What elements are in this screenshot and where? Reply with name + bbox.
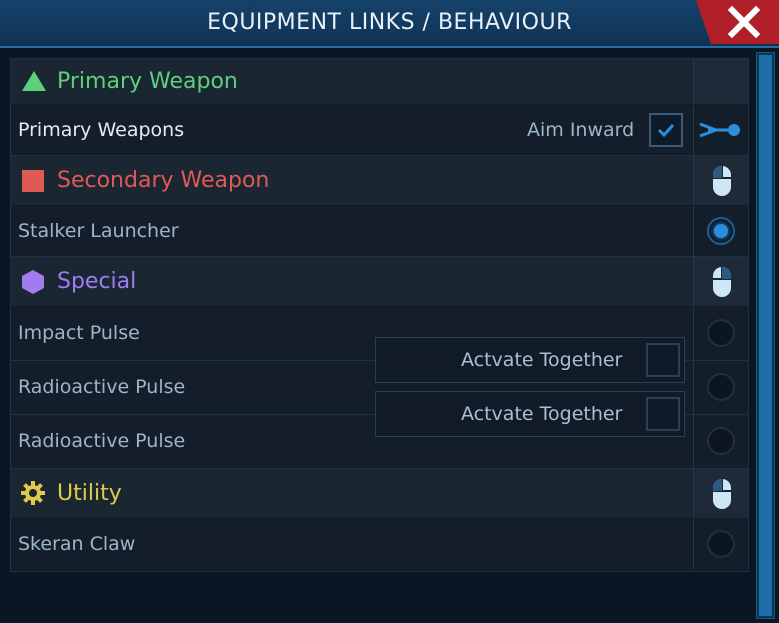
- item-label: Radioactive Pulse: [18, 430, 186, 452]
- activate-together-checkbox[interactable]: [646, 343, 680, 377]
- activate-together-label: Actvate Together: [461, 403, 623, 425]
- item-label: Primary Weapons: [18, 119, 185, 141]
- activate-together-row: Actvate Together: [375, 337, 685, 383]
- item-label: Skeran Claw: [18, 533, 136, 555]
- item-label: Radioactive Pulse: [18, 376, 186, 398]
- equipment-panel: Primary Weapon Primary Weapons Aim Inwar…: [10, 58, 749, 572]
- close-icon: [728, 6, 760, 38]
- square-icon: [22, 170, 44, 192]
- activate-together-row: Actvate Together: [375, 391, 685, 437]
- scrollbar[interactable]: [756, 52, 775, 619]
- category-label-primary: Primary Weapon: [57, 69, 238, 94]
- category-secondary-weapon: Secondary Weapon: [11, 156, 748, 205]
- hexagon-icon: [22, 270, 44, 294]
- gear-icon: [21, 481, 45, 505]
- triangle-icon: [22, 71, 46, 91]
- select-radio[interactable]: [707, 373, 735, 401]
- scrollbar-thumb[interactable]: [759, 55, 772, 616]
- link-arrow-icon[interactable]: [698, 120, 744, 140]
- aim-inward-label: Aim Inward: [527, 119, 635, 141]
- list-item-skeran-claw: Skeran Claw: [11, 519, 748, 570]
- category-label-secondary: Secondary Weapon: [57, 168, 270, 193]
- list-item-stalker-launcher: Stalker Launcher: [11, 206, 748, 257]
- item-label: Impact Pulse: [18, 322, 140, 344]
- category-primary-weapon: Primary Weapon: [11, 59, 748, 104]
- window-title: EQUIPMENT LINKS / BEHAVIOUR: [207, 10, 572, 35]
- aim-inward-checkbox[interactable]: [649, 113, 683, 147]
- category-label-special: Special: [57, 269, 137, 294]
- select-radio[interactable]: [707, 319, 735, 347]
- checkmark-icon: [657, 123, 675, 138]
- mouse-icon: [713, 166, 731, 196]
- mouse-icon: [713, 479, 731, 509]
- title-bar: EQUIPMENT LINKS / BEHAVIOUR: [0, 0, 779, 48]
- list-item-primary-weapons: Primary Weapons Aim Inward: [11, 105, 748, 156]
- activate-together-checkbox[interactable]: [646, 397, 680, 431]
- select-radio[interactable]: [707, 217, 735, 245]
- activate-together-label: Actvate Together: [461, 349, 623, 371]
- select-radio[interactable]: [707, 427, 735, 455]
- category-utility: Utility: [11, 469, 748, 518]
- item-label: Stalker Launcher: [18, 220, 179, 242]
- category-special: Special: [11, 257, 748, 306]
- select-radio[interactable]: [707, 530, 735, 558]
- category-label-utility: Utility: [57, 481, 122, 506]
- mouse-icon: [713, 267, 731, 297]
